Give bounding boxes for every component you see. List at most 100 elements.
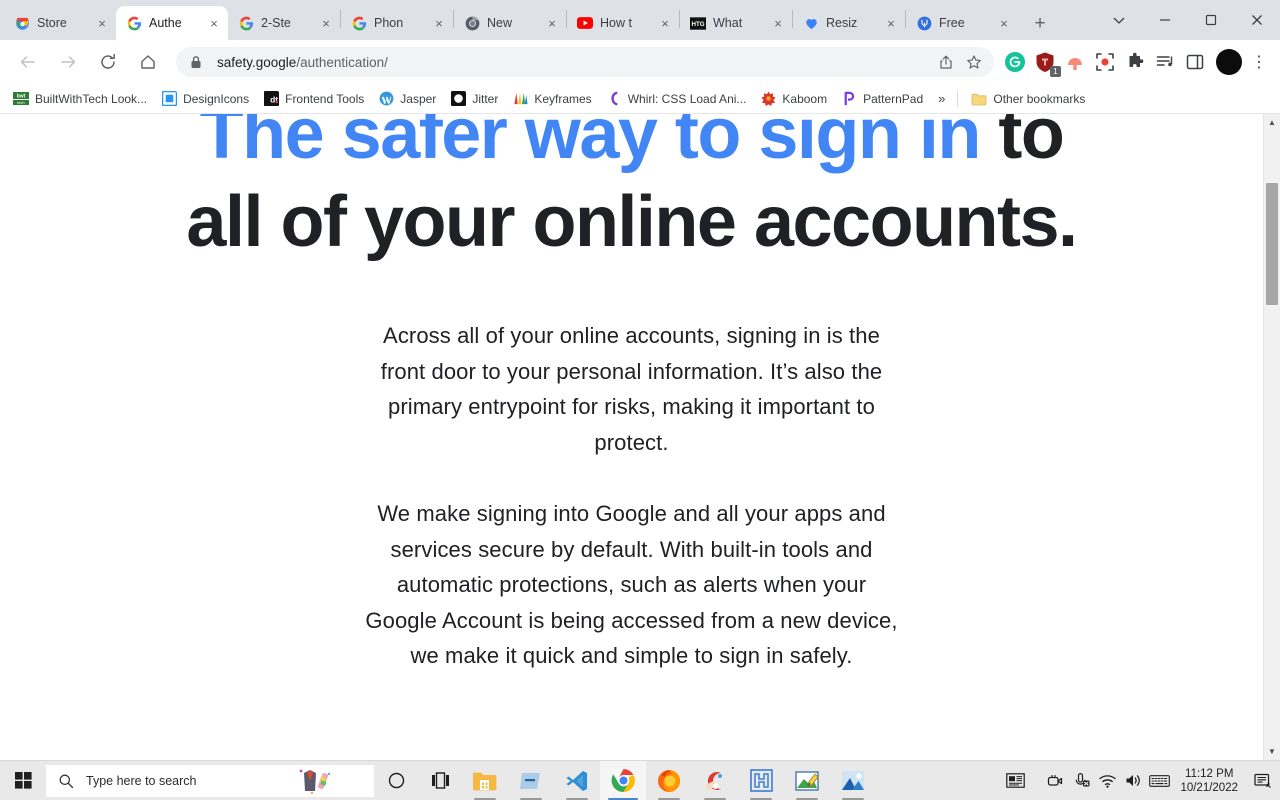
tab-close-button[interactable]: × [544,15,560,31]
bookmark-item[interactable]: Jasper [371,87,443,111]
keyboard-icon[interactable] [1146,761,1172,800]
puzzle-extensions-icon[interactable] [1120,47,1150,77]
taskbar-search-box[interactable]: Type here to search [46,764,374,797]
app-running-indicator [474,797,496,800]
browser-tab[interactable]: Resiz × [793,6,905,40]
coral-extension-icon[interactable] [1060,47,1090,77]
taskbar-app-file-explorer[interactable] [462,761,508,800]
bookmark-item[interactable]: Keyframes [505,87,598,111]
browser-tab[interactable]: New × [454,6,566,40]
bookmark-label: PatternPad [863,91,924,106]
task-view-icon [431,772,449,789]
bookmark-label: Jasper [400,91,437,106]
scrollbar-up-arrow[interactable]: ▲ [1264,114,1280,131]
google-icon [351,15,367,31]
google-icon [126,15,142,31]
maximize-button[interactable] [1188,0,1234,40]
tab-close-button[interactable]: × [770,15,786,31]
address-bar[interactable]: safety.google/authentication/ [176,47,994,77]
bookmark-item[interactable]: dt Frontend Tools [256,87,371,111]
blue-heart-icon [803,15,819,31]
taskbar-app-blue-app[interactable] [508,761,554,800]
taskbar-app-photos[interactable] [830,761,876,800]
browser-tab[interactable]: Authe × [116,6,228,40]
bookmark-item[interactable]: Kaboom [753,87,834,111]
cortana-button[interactable] [374,761,418,800]
camera-icon[interactable] [1042,761,1068,800]
home-button[interactable] [131,45,165,79]
tab-close-button[interactable]: × [657,15,673,31]
volume-icon[interactable] [1120,761,1146,800]
start-button[interactable] [0,761,46,800]
frontend-tools-icon: dt [263,91,279,106]
tab-close-button[interactable]: × [94,15,110,31]
youtube-icon [577,15,593,31]
reload-button[interactable] [91,45,125,79]
chrome-web-store-icon [15,17,29,30]
app-running-indicator [750,797,772,800]
tab-close-button[interactable]: × [318,15,334,31]
bookmark-item[interactable]: DesignIcons [154,87,256,111]
taskbar-app-blue-logo-app[interactable] [738,761,784,800]
close-window-button[interactable] [1234,0,1280,40]
side-panel-icon[interactable] [1180,47,1210,77]
taskbar-app-paint[interactable] [784,761,830,800]
lastpass-extension-icon[interactable]: 1 [1030,47,1061,77]
news-and-interests-icon[interactable] [1002,761,1028,800]
tab-close-button[interactable]: × [431,15,447,31]
tab-strip: Store × Authe × 2-Ste × Phon × New × How t × HTG What… [0,0,1280,40]
bookmark-item[interactable]: PatternPad [834,87,930,111]
cortana-circle-icon [388,772,404,789]
taskbar-app-google-chrome[interactable] [600,760,646,800]
other-bookmarks-button[interactable]: Other bookmarks [964,87,1092,111]
bookmark-star-button[interactable] [960,48,988,76]
screen-capture-extension-icon[interactable] [1090,47,1120,77]
share-button[interactable] [932,48,960,76]
taskbar-clock[interactable]: 11:12 PM 10/21/2022 [1172,767,1248,795]
chrome-store-icon [14,15,30,31]
browser-tab[interactable]: How t × [567,6,679,40]
bookmark-item[interactable]: Whirl: CSS Load Ani... [599,87,754,111]
new-tab-button[interactable]: + [1026,9,1054,37]
keyframes-icon [514,92,528,105]
taskbar-app-visual-studio-code[interactable] [554,761,600,800]
taskbar-app-mozilla-firefox[interactable] [646,761,692,800]
task-view-button[interactable] [418,761,462,800]
bookmarks-overflow-button[interactable]: » [930,91,953,106]
scrollbar-down-arrow[interactable]: ▼ [1264,743,1280,760]
wifi-icon[interactable] [1094,761,1120,800]
browser-tab[interactable]: HTG What × [680,6,792,40]
browser-tab[interactable]: Free × [906,6,1018,40]
grammarly-extension-icon[interactable] [1000,47,1030,77]
page-title-highlight: The safer way to sign in [199,114,982,174]
back-button[interactable] [11,45,45,79]
blue-heart-icon [805,18,817,29]
bookmark-item[interactable]: bwt tech BuiltWithTech Look... [6,87,154,111]
minimize-button[interactable] [1142,0,1188,40]
bookmark-item[interactable]: Jitter [443,87,505,111]
profile-avatar[interactable] [1216,49,1242,75]
browser-tab[interactable]: Phon × [341,6,453,40]
windows-logo-icon [14,772,32,789]
taskbar-app-ccleaner[interactable] [692,761,738,800]
media-playlist-icon[interactable] [1150,47,1180,77]
clock-time: 11:12 PM [1185,767,1234,780]
notification-center-button[interactable] [1248,761,1278,800]
tab-close-button[interactable]: × [206,15,222,31]
wordpress-icon [379,91,394,106]
reload-icon [101,53,115,69]
browser-tab[interactable]: 2-Ste × [228,6,340,40]
tab-close-button[interactable]: × [996,15,1012,31]
page-scrollbar[interactable]: ▲ ▼ [1263,114,1280,760]
browser-tab[interactable]: Store × [4,6,116,40]
forward-button[interactable] [51,45,85,79]
builtwithtech-icon: bwttech [13,91,29,107]
tabs-container: Store × Authe × 2-Ste × Phon × New × How t × HTG What… [4,6,1018,40]
scrollbar-thumb[interactable] [1266,182,1278,306]
tab-search-button[interactable] [1096,0,1142,40]
app-running-indicator [520,797,542,800]
tab-close-button[interactable]: × [883,15,899,31]
chrome-menu-button[interactable]: ⋮ [1246,47,1272,77]
microphone-muted-icon[interactable] [1068,761,1094,800]
taskbar-apps [462,760,876,800]
